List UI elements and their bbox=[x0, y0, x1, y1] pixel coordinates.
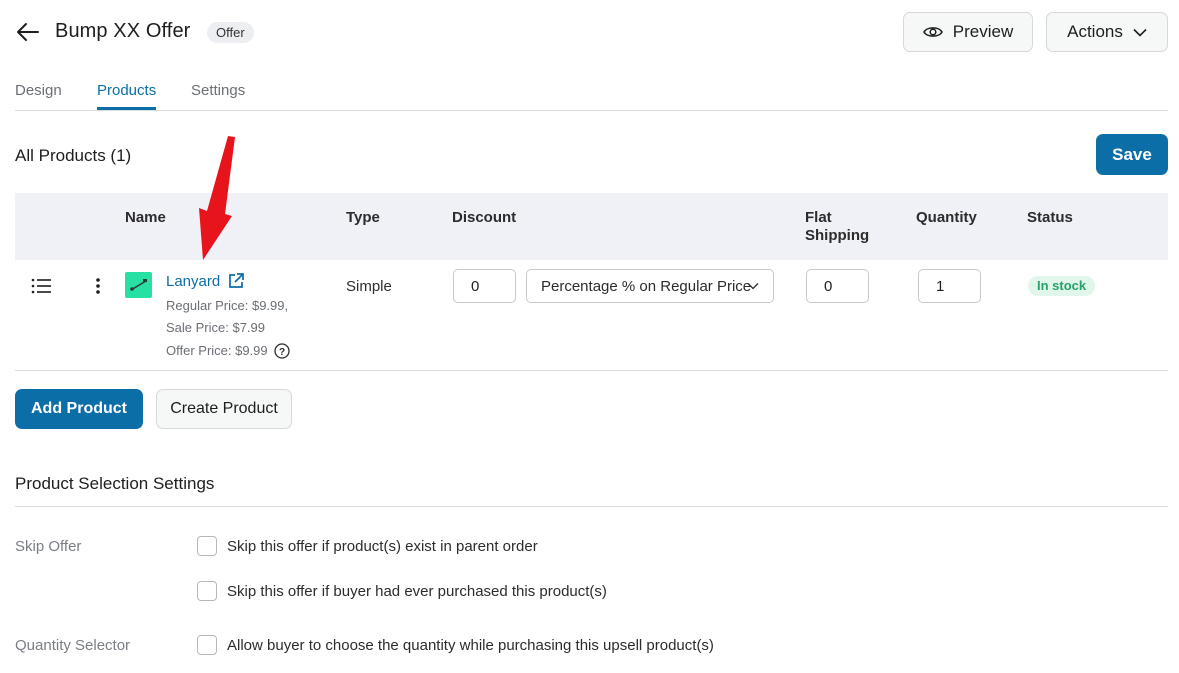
add-product-button[interactable]: Add Product bbox=[15, 389, 143, 429]
discount-type-value: Percentage % on Regular Price bbox=[541, 277, 752, 295]
drag-handle-icon[interactable] bbox=[31, 277, 53, 295]
quantity-selector-label: Quantity Selector bbox=[15, 637, 131, 654]
product-name-link[interactable]: Lanyard bbox=[166, 273, 220, 290]
chevron-down-icon bbox=[747, 283, 759, 290]
skip-if-ever-purchased-checkbox[interactable] bbox=[197, 581, 217, 601]
preview-button[interactable]: Preview bbox=[903, 12, 1033, 52]
settings-divider bbox=[15, 506, 1168, 507]
quantity-input[interactable]: 1 bbox=[918, 269, 981, 303]
product-type: Simple bbox=[346, 278, 392, 295]
tab-bar: Design Products Settings bbox=[15, 80, 1168, 111]
external-link-icon[interactable] bbox=[227, 272, 245, 290]
discount-type-select[interactable]: Percentage % on Regular Price bbox=[526, 269, 774, 303]
eye-icon bbox=[922, 27, 943, 37]
back-arrow-icon bbox=[17, 23, 39, 41]
column-header-type: Type bbox=[346, 209, 380, 226]
product-selection-settings-title: Product Selection Settings bbox=[15, 474, 215, 493]
skip-offer-label: Skip Offer bbox=[15, 538, 82, 555]
products-table-header: Name Type Discount Flat Shipping Quantit… bbox=[15, 193, 1168, 260]
flat-shipping-input[interactable]: 0 bbox=[806, 269, 869, 303]
tab-settings[interactable]: Settings bbox=[191, 82, 245, 99]
skip-if-in-parent-order-label[interactable]: Skip this offer if product(s) exist in p… bbox=[227, 538, 538, 555]
all-products-title: All Products (1) bbox=[15, 146, 132, 165]
column-header-status: Status bbox=[1027, 209, 1073, 226]
chevron-down-icon bbox=[1133, 28, 1147, 37]
allow-quantity-choice-checkbox[interactable] bbox=[197, 635, 217, 655]
row-more-options-icon[interactable] bbox=[88, 276, 108, 296]
back-button[interactable] bbox=[14, 18, 42, 46]
allow-quantity-choice-label[interactable]: Allow buyer to choose the quantity while… bbox=[227, 637, 714, 654]
svg-text:?: ? bbox=[279, 347, 285, 358]
regular-price: Regular Price: $9.99, bbox=[166, 298, 289, 313]
page-title: Bump XX Offer bbox=[55, 20, 191, 42]
column-header-name: Name bbox=[125, 209, 166, 226]
sale-price: Sale Price: $7.99 bbox=[166, 320, 266, 335]
save-button[interactable]: Save bbox=[1096, 134, 1168, 175]
discount-value-input[interactable]: 0 bbox=[453, 269, 516, 303]
offer-type-badge: Offer bbox=[207, 22, 254, 43]
preview-label: Preview bbox=[952, 22, 1014, 41]
tab-products[interactable]: Products bbox=[97, 82, 156, 99]
skip-if-ever-purchased-label[interactable]: Skip this offer if buyer had ever purcha… bbox=[227, 583, 607, 600]
skip-if-in-parent-order-checkbox[interactable] bbox=[197, 536, 217, 556]
create-product-button[interactable]: Create Product bbox=[156, 389, 292, 429]
help-question-icon[interactable]: ? bbox=[274, 343, 290, 359]
column-header-quantity: Quantity bbox=[916, 209, 977, 226]
row-divider bbox=[15, 370, 1168, 371]
actions-dropdown-button[interactable]: Actions bbox=[1046, 12, 1168, 52]
active-tab-indicator bbox=[97, 107, 156, 110]
status-badge: In stock bbox=[1028, 276, 1096, 296]
product-thumbnail bbox=[125, 272, 152, 298]
column-header-discount: Discount bbox=[452, 209, 517, 226]
column-header-flat-shipping: Flat Shipping bbox=[805, 209, 870, 244]
offer-price: Offer Price: $9.99 bbox=[166, 343, 268, 358]
tab-design[interactable]: Design bbox=[15, 82, 62, 99]
actions-label: Actions bbox=[1067, 22, 1123, 41]
